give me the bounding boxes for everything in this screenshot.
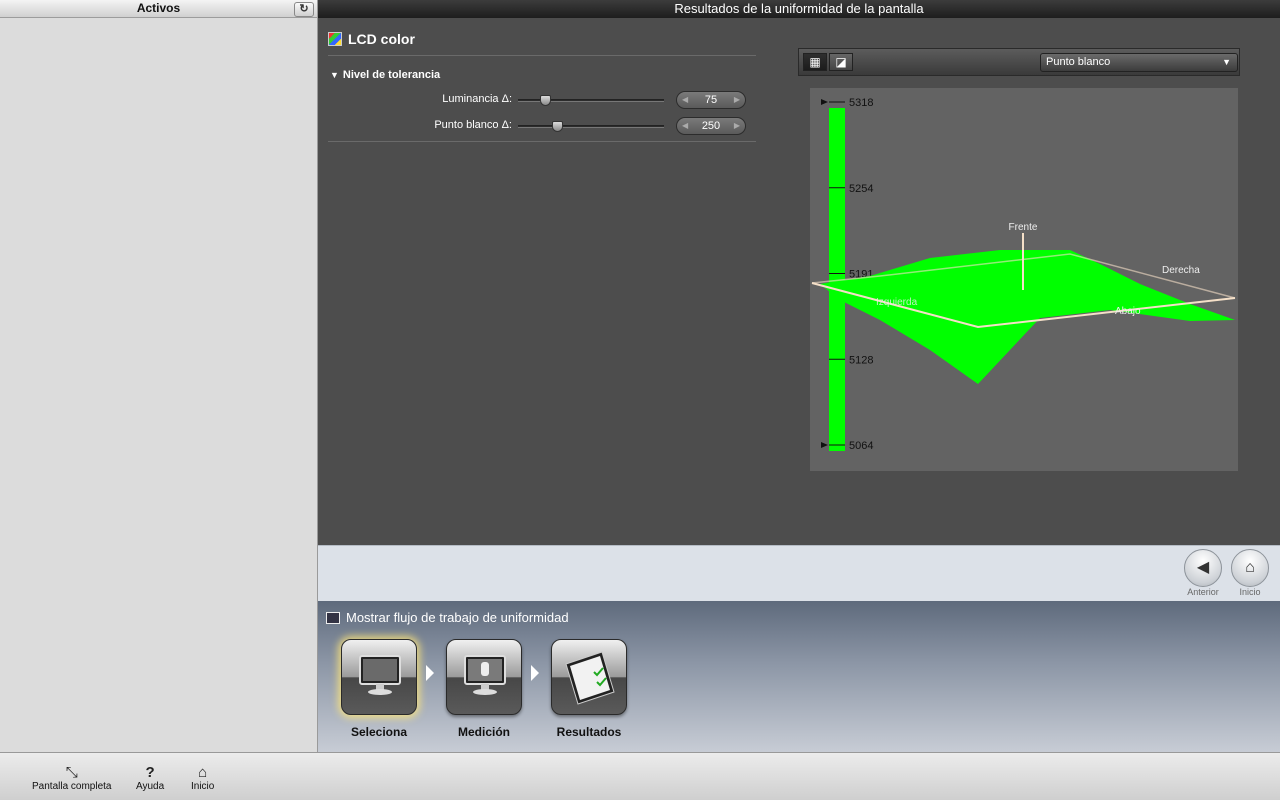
assets-sidebar: Activos ↻ [0,0,318,752]
luminance-label: Luminancia Δ: [442,93,512,105]
scale-marker-icon [821,99,828,105]
monitor-workflow-icon [326,611,340,624]
navigation-bar: ◀ Anterior ⌂ Inicio [318,545,1280,601]
whitepoint-label: Punto blanco Δ: [434,119,512,131]
step-label-select: Seleciona [350,725,408,739]
back-label: Anterior [1187,587,1219,597]
help-icon: ? [145,764,155,781]
scale-tick-label: 5254 [849,183,873,195]
whitepoint-stepper[interactable]: ◀ 250 ▶ [676,117,746,135]
sidebar-title: Activos [136,1,181,15]
luminance-stepper[interactable]: ◀ 75 ▶ [676,91,746,109]
uniformity-chart: 5318 5254 5191 5128 5064 Frente Derecha Izqu… [810,88,1238,471]
workflow-panel: Mostrar flujo de trabajo de uniformidad [318,601,1280,752]
help-button[interactable]: ? Ayuda [136,764,165,793]
surface-view-icon: ◪ [835,55,847,69]
monitor-measure-icon [464,655,506,695]
scale-tick-label: 5064 [849,440,873,452]
fullscreen-button[interactable]: ⤡ Pantalla completa [32,764,112,793]
refresh-button[interactable]: ↻ [294,2,314,17]
main-panel: Resultados de la uniformidad de la panta… [318,0,1280,752]
axis-label-front: Frente [1009,222,1038,233]
back-arrow-icon: ◀ [1196,559,1210,576]
results-content: LCD color ▼ Nivel de tolerancia Luminanci… [318,18,1280,545]
surface-view-button[interactable]: ◪ [829,53,853,71]
fullscreen-icon: ⤡ [65,764,78,781]
chart-toolbar: ▦ ◪ Punto blanco ▼ [798,48,1240,76]
divider [328,141,756,142]
axis-label-right: Derecha [1162,265,1200,276]
luminance-slider-thumb[interactable] [540,95,551,106]
whitepoint-slider[interactable] [518,121,664,132]
device-name: LCD color [348,31,415,47]
monitor-select-icon [359,655,401,695]
chart-svg: 53185254519151285064 Frente Derecha Izqu… [811,97,1236,452]
dropdown-value: Punto blanco [1046,56,1111,68]
scale-ticks: 53185254519151285064 [821,97,873,452]
device-heading: LCD color [328,31,415,47]
luminance-row: Luminancia Δ: ◀ 75 ▶ [318,90,758,110]
measurement-type-select[interactable]: Punto blanco ▼ [1040,53,1238,72]
tolerance-section-toggle[interactable]: ▼ Nivel de tolerancia [330,69,440,81]
tolerance-header: Nivel de tolerancia [342,69,441,81]
home-icon: ⌂ [198,764,208,781]
chevron-down-icon: ▼ [1222,57,1231,67]
clipboard-results-icon [565,651,615,705]
divider [328,55,756,56]
luminance-slider[interactable] [518,95,664,106]
bottom-toolbar: ⤡ Pantalla completa ? Ayuda ⌂ Inicio [0,752,1280,800]
step-results[interactable] [551,639,627,715]
home-button[interactable]: ⌂ [1231,549,1269,587]
sidebar-header: Activos ↻ [0,0,317,18]
step-measure[interactable] [446,639,522,715]
home-bottom-button[interactable]: ⌂ Inicio [191,764,215,793]
luminance-value: 75 [704,94,718,106]
scale-marker-icon [821,442,828,448]
step-label-results: Resultados [556,725,622,739]
whitepoint-slider-thumb[interactable] [552,121,563,132]
grid-view-button[interactable]: ▦ [803,53,827,71]
increment-icon[interactable]: ▶ [734,118,740,134]
step-arrow-icon [426,665,434,681]
workflow-toggle[interactable]: Mostrar flujo de trabajo de uniformidad [326,610,569,625]
increment-icon[interactable]: ▶ [734,92,740,108]
home-label: Inicio [1239,587,1261,597]
scale-tick-label: 5128 [849,354,873,366]
axis-label-bottom: Abajo [1115,306,1141,317]
decrement-icon[interactable]: ◀ [682,118,688,134]
step-select[interactable] [341,639,417,715]
disclosure-triangle-icon: ▼ [330,70,339,80]
back-button[interactable]: ◀ [1184,549,1222,587]
axis-label-left: Izquierda [876,297,918,308]
fullscreen-label: Pantalla completa [32,781,112,792]
home-bottom-label: Inicio [191,781,215,792]
refresh-icon: ↻ [299,3,309,15]
help-label: Ayuda [136,781,165,792]
workflow-title: Mostrar flujo de trabajo de uniformidad [346,610,569,625]
color-lcd-icon [328,32,342,46]
decrement-icon[interactable]: ◀ [682,92,688,108]
whitepoint-value: 250 [701,120,721,132]
whitepoint-row: Punto blanco Δ: ◀ 250 ▶ [318,116,758,136]
step-label-measure: Medición [457,725,510,739]
home-icon: ⌂ [1245,559,1255,576]
scale-tick-label: 5318 [849,97,873,109]
step-arrow-icon [531,665,539,681]
grid-view-icon: ▦ [809,55,821,69]
window-title: Resultados de la uniformidad de la panta… [318,0,1280,18]
